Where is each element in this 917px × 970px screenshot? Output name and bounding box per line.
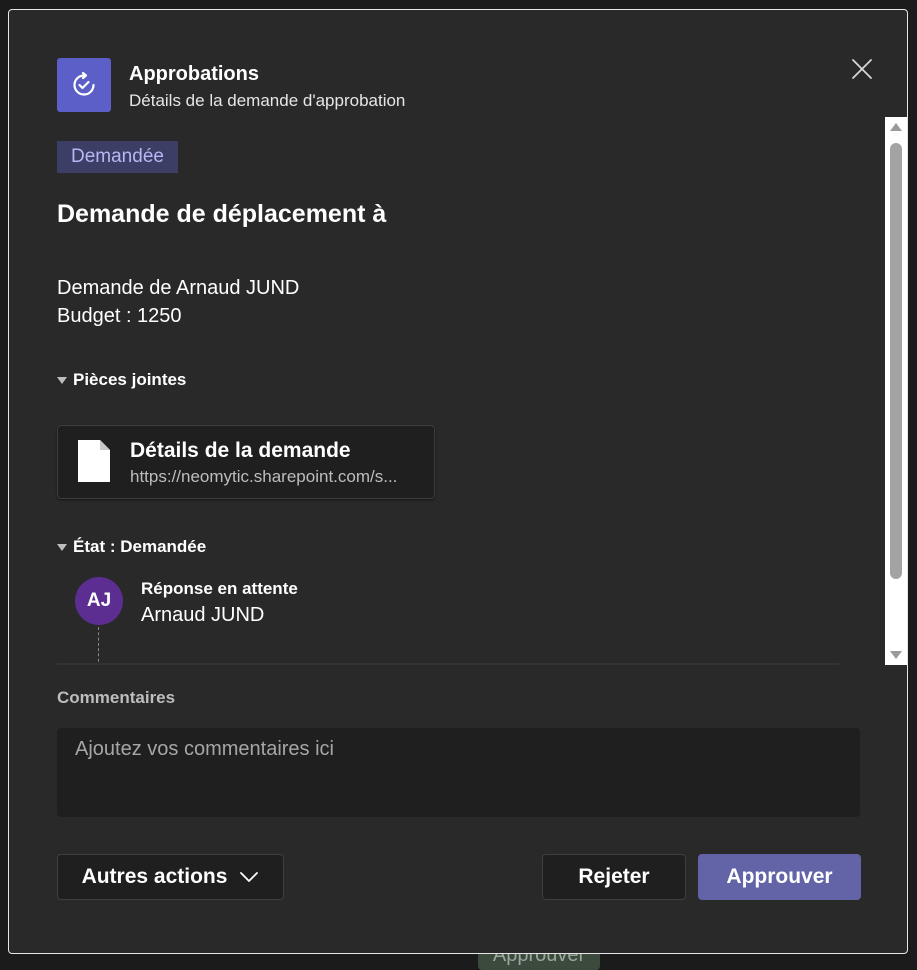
comments-input[interactable]: [57, 728, 860, 817]
state-section-toggle[interactable]: État : Demandée: [57, 537, 206, 557]
attachment-title: Détails de la demande: [130, 439, 351, 462]
approvals-icon: [57, 58, 111, 112]
attachment-card[interactable]: Détails de la demande https://neomytic.s…: [57, 425, 435, 499]
request-requester: Demande de Arnaud JUND: [57, 277, 300, 299]
more-actions-label: Autres actions: [81, 865, 228, 888]
content-divider: [57, 663, 839, 670]
comments-label: Commentaires: [57, 688, 176, 707]
scroll-down-icon[interactable]: [890, 651, 902, 659]
approve-button[interactable]: Approuver: [698, 854, 861, 900]
file-icon: [78, 440, 110, 482]
approve-label: Approuver: [726, 865, 833, 888]
app-title: Approbations: [129, 63, 259, 85]
close-button[interactable]: [847, 54, 877, 84]
scrollbar[interactable]: [885, 117, 907, 665]
status-badge: Demandée: [57, 141, 178, 173]
timeline-connector: [98, 627, 99, 667]
reject-label: Rejeter: [578, 865, 650, 888]
reject-button[interactable]: Rejeter: [542, 854, 686, 900]
close-icon: [852, 59, 872, 79]
caret-down-icon: [57, 376, 67, 384]
request-details-scroll-area[interactable]: Demandée Demande de déplacement à Demand…: [9, 130, 889, 670]
request-budget: Budget : 1250: [57, 305, 182, 327]
scrollbar-thumb[interactable]: [890, 143, 902, 579]
responder-status: Réponse en attente: [141, 579, 298, 598]
chevron-down-icon: [240, 872, 259, 882]
responder-name: Arnaud JUND: [141, 604, 265, 626]
scroll-up-icon[interactable]: [890, 123, 902, 131]
request-title: Demande de déplacement à: [57, 200, 387, 228]
approval-details-dialog: Approbations Détails de la demande d'app…: [8, 9, 908, 954]
dialog-subtitle: Détails de la demande d'approbation: [129, 91, 406, 110]
attachment-url: https://neomytic.sharepoint.com/s...: [130, 467, 398, 486]
caret-down-icon: [57, 543, 67, 551]
attachments-section-toggle[interactable]: Pièces jointes: [57, 370, 186, 390]
more-actions-button[interactable]: Autres actions: [57, 854, 284, 900]
state-section-label: État : Demandée: [73, 537, 207, 556]
avatar: AJ: [75, 577, 123, 625]
attachments-section-label: Pièces jointes: [73, 370, 187, 389]
